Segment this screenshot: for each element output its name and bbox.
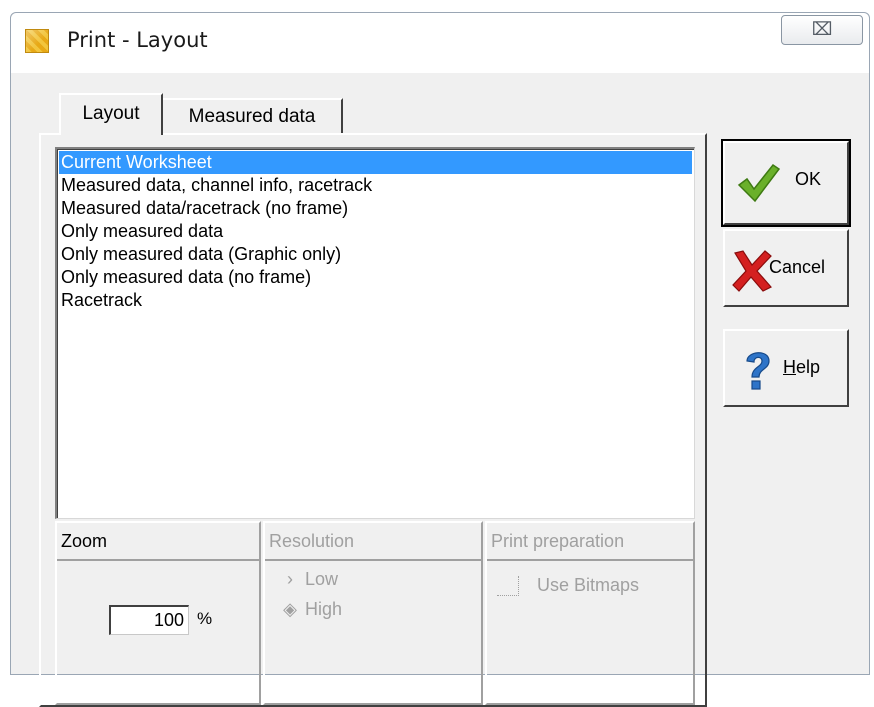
- help-button[interactable]: Help: [723, 329, 849, 407]
- dialog-body: Layout Measured data Current Worksheet M…: [11, 73, 869, 707]
- list-item-only-measured[interactable]: Only measured data: [59, 220, 692, 243]
- zoom-unit: %: [197, 609, 213, 628]
- print-layout-dialog: Print - Layout ⌧ Layout Measured data Cu…: [10, 12, 870, 707]
- list-item-current-worksheet[interactable]: Current Worksheet: [59, 151, 692, 174]
- layout-list[interactable]: Current Worksheet Measured data, channel…: [55, 147, 695, 519]
- list-item-only-measured-graphic[interactable]: Only measured data (Graphic only): [59, 243, 692, 266]
- tab-layout[interactable]: Layout: [59, 93, 163, 135]
- resolution-label: Resolution: [265, 523, 481, 561]
- radio-low-label: Low: [305, 569, 339, 589]
- checkbox-icon: [497, 576, 519, 597]
- checkmark-icon: [737, 163, 781, 203]
- radio-high[interactable]: ◈ High: [275, 599, 342, 627]
- cancel-button-label: Cancel: [769, 257, 826, 277]
- layout-tab-panel: Current Worksheet Measured data, channel…: [39, 133, 707, 707]
- use-bitmaps-label: Use Bitmaps: [537, 575, 640, 595]
- help-button-label: Help: [783, 357, 821, 377]
- zoom-input[interactable]: 100: [109, 605, 189, 635]
- tab-measured-data[interactable]: Measured data: [163, 98, 343, 134]
- resolution-group: Resolution › Low ◈ High: [263, 521, 483, 705]
- ok-button-label: OK: [795, 169, 822, 189]
- radio-high-label: High: [305, 599, 343, 619]
- close-button[interactable]: ⌧: [781, 15, 863, 45]
- list-item-only-measured-no-frame[interactable]: Only measured data (no frame): [59, 266, 692, 289]
- print-preparation-group: Print preparation Use Bitmaps: [485, 521, 695, 705]
- use-bitmaps-checkbox[interactable]: Use Bitmaps: [497, 575, 640, 597]
- cancel-button[interactable]: Cancel: [723, 229, 849, 307]
- zoom-label: Zoom: [57, 523, 259, 561]
- print-preparation-label: Print preparation: [487, 523, 693, 561]
- window-title: Print - Layout: [67, 28, 208, 52]
- question-mark-icon: [746, 352, 770, 390]
- list-item-measured-racetrack-no-frame[interactable]: Measured data/racetrack (no frame): [59, 197, 692, 220]
- title-bar[interactable]: Print - Layout ⌧: [11, 13, 869, 73]
- list-item-racetrack[interactable]: Racetrack: [59, 289, 692, 312]
- app-grid-icon: [25, 29, 49, 53]
- list-item-measured-channel-racetrack[interactable]: Measured data, channel info, racetrack: [59, 174, 692, 197]
- radio-selected-icon: ◈: [283, 599, 297, 619]
- radio-low[interactable]: › Low: [275, 569, 338, 597]
- radio-unselected-icon: ›: [287, 569, 293, 589]
- zoom-group: Zoom 100 %: [55, 521, 261, 705]
- ok-button[interactable]: OK: [721, 139, 851, 227]
